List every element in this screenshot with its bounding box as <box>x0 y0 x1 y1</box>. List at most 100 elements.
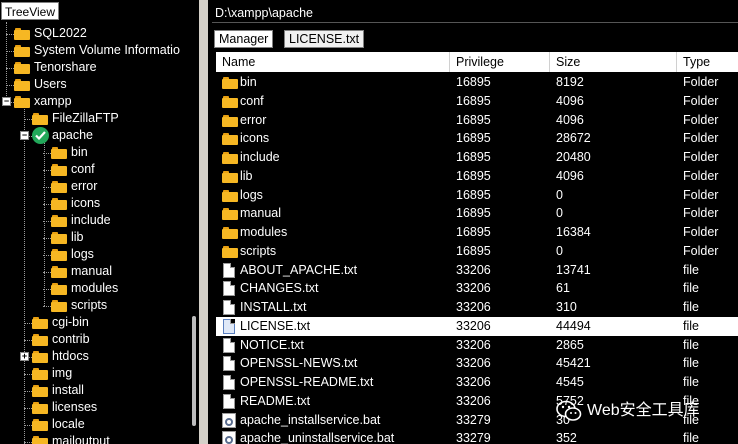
cell-privilege: 16895 <box>456 243 491 258</box>
folder-icon <box>51 215 67 227</box>
table-row[interactable]: manual 16895 0 Folder <box>216 204 738 223</box>
treeview-tab[interactable]: TreeView <box>1 2 59 20</box>
expand-icon[interactable]: + <box>20 352 29 361</box>
table-row[interactable]: logs 16895 0 Folder <box>216 186 738 205</box>
cell-name: icons <box>240 131 270 146</box>
tree-item-label: xampp <box>34 94 72 108</box>
cell-size: 44494 <box>556 318 591 333</box>
tab-manager[interactable]: Manager <box>214 30 274 48</box>
cell-name: ABOUT_APACHE.txt <box>240 262 358 277</box>
table-row[interactable]: conf 16895 4096 Folder <box>216 92 738 111</box>
file-manager-panel: D:\xampp\apache Manager LICENSE.txt Name… <box>208 0 738 444</box>
file-list-header: Name Privilege Size Type <box>216 52 738 72</box>
column-header-name[interactable]: Name <box>216 52 450 72</box>
column-header-type[interactable]: Type <box>677 52 738 72</box>
tree-item-label: htdocs <box>52 349 89 363</box>
file-icon <box>223 393 235 409</box>
table-row[interactable]: lib 16895 4096 Folder <box>216 167 738 186</box>
cell-privilege: 33279 <box>456 431 491 444</box>
cell-privilege: 33206 <box>456 375 491 389</box>
cell-type: Folder <box>683 112 719 127</box>
cell-type: Folder <box>683 75 719 89</box>
cell-privilege: 16895 <box>456 206 491 221</box>
cell-name: bin <box>240 75 257 89</box>
tree-item-label: icons <box>71 196 101 210</box>
tab-license-txt[interactable]: LICENSE.txt <box>284 30 365 48</box>
collapse-icon[interactable]: − <box>2 97 11 106</box>
cell-privilege: 33279 <box>456 412 491 427</box>
cell-privilege: 33206 <box>456 300 491 314</box>
check-icon <box>32 127 49 144</box>
tree-item-label: apache <box>52 128 94 142</box>
tree-item-label: install <box>52 383 84 397</box>
cell-size: 352 <box>556 431 577 444</box>
tree-scrollbar-thumb[interactable] <box>192 316 196 426</box>
cell-privilege: 16895 <box>456 75 491 89</box>
cell-type: file <box>683 337 699 352</box>
folder-icon <box>51 266 67 278</box>
folder-icon <box>32 368 48 380</box>
cell-type: Folder <box>683 243 719 258</box>
table-row[interactable]: CHANGES.txt 33206 61 file <box>216 279 738 298</box>
cell-size: 20480 <box>556 150 591 164</box>
cell-name: error <box>240 112 267 127</box>
tree-item-label: mailoutput <box>52 434 110 444</box>
table-row[interactable]: NOTICE.txt 33206 2865 file <box>216 336 738 355</box>
cell-name: LICENSE.txt <box>240 318 311 333</box>
table-row[interactable]: include 16895 20480 Folder <box>216 148 738 167</box>
cell-size: 4096 <box>556 112 584 127</box>
cell-type: Folder <box>683 93 719 108</box>
table-row[interactable]: INSTALL.txt 33206 310 file <box>216 298 738 317</box>
tree-connector-line <box>44 141 45 306</box>
folder-icon <box>222 208 238 221</box>
table-row[interactable]: modules 16895 16384 Folder <box>216 223 738 242</box>
file-icon <box>223 300 235 315</box>
bat-file-icon <box>222 431 236 444</box>
table-row[interactable]: bin 16895 8192 Folder <box>216 73 738 92</box>
cell-size: 4545 <box>556 375 584 389</box>
table-row[interactable]: icons 16895 28672 Folder <box>216 129 738 148</box>
folder-icon <box>51 283 67 295</box>
column-header-size[interactable]: Size <box>550 52 677 72</box>
cell-size: 13741 <box>556 262 591 277</box>
tree-item-label: cgi-bin <box>52 315 89 329</box>
cell-privilege: 33206 <box>456 337 491 352</box>
cell-type: Folder <box>683 206 719 221</box>
tree-item-label: Tenorshare <box>34 60 97 74</box>
folder-icon <box>51 198 67 210</box>
cell-name: NOTICE.txt <box>240 337 304 352</box>
table-row[interactable]: OPENSSL-NEWS.txt 33206 45421 file <box>216 354 738 373</box>
cell-size: 0 <box>556 243 563 258</box>
path-bar[interactable]: D:\xampp\apache <box>212 3 738 23</box>
folder-icon <box>14 79 30 91</box>
cell-name: lib <box>240 168 253 183</box>
cell-name: include <box>240 150 280 164</box>
cell-type: Folder <box>683 168 719 183</box>
cell-privilege: 33206 <box>456 281 491 296</box>
folder-icon <box>222 189 238 202</box>
column-header-privilege[interactable]: Privilege <box>450 52 550 72</box>
cell-privilege: 16895 <box>456 93 491 108</box>
table-row[interactable]: scripts 16895 0 Folder <box>216 242 738 261</box>
table-row[interactable]: LICENSE.txt 33206 44494 file <box>216 316 738 336</box>
cell-type: file <box>683 375 699 389</box>
table-row[interactable]: apache_uninstallservice.bat 33279 352 file <box>216 429 738 444</box>
folder-icon <box>222 245 238 258</box>
cell-type: file <box>683 431 699 444</box>
cell-size: 310 <box>556 300 577 314</box>
file-list: Name Privilege Size Type bin 16895 8192 Fol… <box>216 52 738 444</box>
tree-scrollbar[interactable] <box>189 22 199 444</box>
table-row[interactable]: ABOUT_APACHE.txt 33206 13741 file <box>216 261 738 280</box>
collapse-icon[interactable]: − <box>20 131 29 140</box>
tree-item-label: System Volume Informatio <box>34 43 180 57</box>
cell-privilege: 16895 <box>456 131 491 146</box>
table-row[interactable]: error 16895 4096 Folder <box>216 111 738 130</box>
table-row[interactable]: OPENSSL-README.txt 33206 4545 file <box>216 373 738 392</box>
folder-icon <box>222 95 238 108</box>
folder-icon <box>14 62 30 74</box>
folder-icon <box>32 385 48 397</box>
tree-view: SQL2022 System Volume Informatio Tenorshar… <box>0 22 189 444</box>
tree-item-label: bin <box>71 145 88 159</box>
tree-item-label: error <box>71 179 98 193</box>
cell-size: 45421 <box>556 356 591 371</box>
